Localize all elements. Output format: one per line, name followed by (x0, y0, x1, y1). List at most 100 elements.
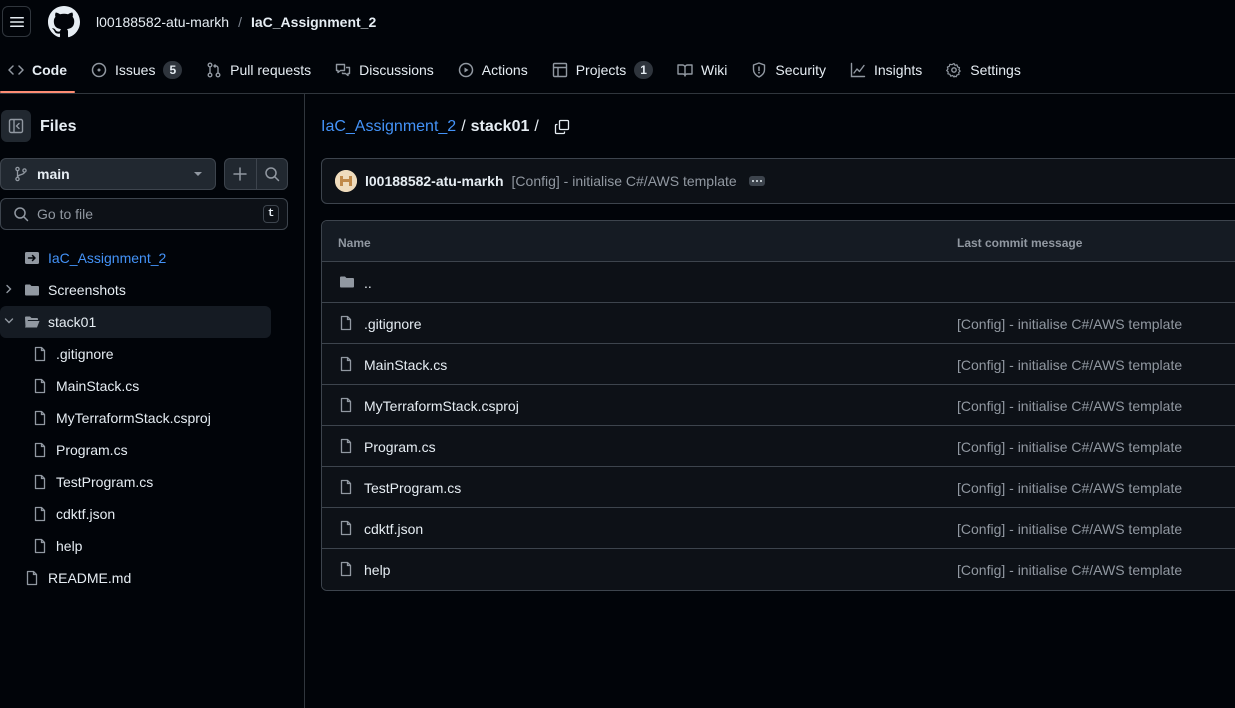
table-row[interactable]: MainStack.cs [Config] - initialise C#/AW… (322, 344, 1235, 385)
tab-issues-label: Issues (115, 62, 156, 78)
shield-icon (753, 62, 766, 78)
commit-message-link[interactable]: [Config] - initialise C#/AWS template (957, 398, 1182, 414)
tab-actions-label: Actions (481, 62, 528, 78)
tree-item-file[interactable]: help (0, 530, 271, 562)
github-logo-icon[interactable] (48, 6, 80, 38)
collapse-sidebar-button[interactable] (1, 110, 31, 142)
ellipsis-dot (751, 180, 754, 182)
file-icon (340, 561, 352, 577)
ellipsis-dot (759, 180, 762, 182)
commit-message-link[interactable]: [Config] - initialise C#/AWS template (957, 439, 1182, 455)
table-row[interactable]: MyTerraformStack.csproj [Config] - initi… (322, 385, 1235, 426)
commit-message-link[interactable]: [Config] - initialise C#/AWS template (957, 316, 1182, 332)
tree-item-file[interactable]: Program.cs (0, 434, 271, 466)
file-name-link[interactable]: MainStack.cs (364, 357, 447, 373)
path-separator: / (534, 118, 539, 135)
search-files-button[interactable] (255, 159, 288, 189)
chevron-down-icon[interactable] (3, 315, 15, 327)
expand-commit-button[interactable] (748, 176, 765, 186)
tree-item-folder[interactable]: Screenshots (0, 274, 271, 306)
tab-issues[interactable]: Issues 5 (83, 54, 190, 86)
file-icon (34, 474, 46, 490)
file-name-link[interactable]: .gitignore (364, 316, 422, 332)
owner-link[interactable]: l00188582-atu-markh (96, 14, 229, 30)
avatar[interactable] (335, 170, 357, 192)
table-row[interactable]: cdktf.json [Config] - initialise C#/AWS … (322, 508, 1235, 549)
tree-actions (224, 158, 288, 190)
file-icon (34, 346, 46, 362)
table-row[interactable]: Program.cs [Config] - initialise C#/AWS … (322, 426, 1235, 467)
tab-wiki-label: Wiki (700, 62, 728, 78)
tab-wiki[interactable]: Wiki (669, 54, 735, 86)
go-to-file-field[interactable]: t (0, 198, 288, 230)
tab-security[interactable]: Security (743, 54, 834, 86)
tree-item-label: MainStack.cs (56, 378, 140, 394)
file-icon (26, 570, 38, 586)
file-name-link[interactable]: MyTerraformStack.csproj (364, 398, 519, 414)
parent-directory-row[interactable]: .. (322, 262, 1235, 303)
hamburger-icon (9, 16, 24, 27)
tree-item-label: IaC_Assignment_2 (48, 250, 167, 266)
table-row[interactable]: help [Config] - initialise C#/AWS templa… (322, 549, 1235, 590)
repo-arrow-icon (25, 252, 39, 264)
commit-author-link[interactable]: l00188582-atu-markh (365, 173, 504, 189)
tab-insights[interactable]: Insights (842, 54, 930, 86)
code-icon (8, 65, 24, 75)
file-name-link[interactable]: TestProgram.cs (364, 480, 461, 496)
tree-item-label: cdktf.json (56, 506, 116, 522)
tree-item-file[interactable]: .gitignore (0, 338, 271, 370)
git-pull-request-icon (207, 62, 221, 78)
book-icon (677, 64, 693, 77)
tree-item-file[interactable]: README.md (0, 562, 271, 594)
tab-pull-requests[interactable]: Pull requests (198, 54, 319, 86)
folder-icon (340, 276, 354, 288)
branch-name: main (37, 166, 70, 182)
commit-message-link[interactable]: [Config] - initialise C#/AWS template (957, 357, 1182, 373)
app-header: l00188582-atu-markh / IaC_Assignment_2 (0, 0, 1235, 44)
file-name-link[interactable]: cdktf.json (364, 521, 423, 537)
file-icon (340, 479, 352, 495)
file-name-link[interactable]: Program.cs (364, 439, 436, 455)
file-name-link[interactable]: help (364, 562, 390, 578)
file-icon (34, 538, 46, 554)
tree-item-file[interactable]: TestProgram.cs (0, 466, 271, 498)
file-icon (340, 438, 352, 454)
tab-code[interactable]: Code (0, 54, 75, 93)
table-row[interactable]: TestProgram.cs [Config] - initialise C#/… (322, 467, 1235, 508)
file-icon (340, 397, 352, 413)
tree-item-folder[interactable]: stack01 (0, 306, 271, 338)
tree-item-root[interactable]: IaC_Assignment_2 (0, 242, 271, 274)
chevron-right-icon[interactable] (3, 283, 15, 295)
repo-link[interactable]: IaC_Assignment_2 (251, 14, 376, 30)
path-current-folder: stack01 (470, 118, 530, 135)
commit-message-link[interactable]: [Config] - initialise C#/AWS template (512, 173, 737, 189)
parent-directory-link[interactable]: .. (364, 275, 372, 291)
file-icon (34, 378, 46, 394)
tab-discussions[interactable]: Discussions (327, 54, 442, 86)
add-file-button[interactable] (225, 159, 256, 189)
branch-selector[interactable]: main (0, 158, 216, 190)
file-icon (34, 410, 46, 426)
identicon-icon (335, 170, 357, 192)
sidebar-collapse-icon (8, 118, 24, 134)
tree-item-file[interactable]: cdktf.json (0, 498, 271, 530)
search-icon (265, 167, 279, 182)
latest-commit-bar: l00188582-atu-markh [Config] - initialis… (321, 158, 1235, 204)
tab-settings[interactable]: Settings (938, 54, 1029, 86)
tree-item-file[interactable]: MainStack.cs (0, 370, 271, 402)
commit-message-link[interactable]: [Config] - initialise C#/AWS template (957, 562, 1182, 578)
tree-item-file[interactable]: MyTerraformStack.csproj (0, 402, 271, 434)
directory-view: IaC_Assignment_2 / stack01 / l00188582-a… (321, 94, 1235, 708)
menu-button[interactable] (2, 6, 31, 37)
tab-projects[interactable]: Projects 1 (544, 54, 661, 86)
file-icon (340, 356, 352, 372)
tab-actions[interactable]: Actions (450, 54, 536, 86)
tree-item-label: MyTerraformStack.csproj (56, 410, 211, 426)
file-tree-sidebar: Files main t IaC_Assignment_2 Screenshot… (0, 94, 305, 708)
commit-message-link[interactable]: [Config] - initialise C#/AWS template (957, 521, 1182, 537)
commit-message-link[interactable]: [Config] - initialise C#/AWS template (957, 480, 1182, 496)
table-row[interactable]: .gitignore [Config] - initialise C#/AWS … (322, 303, 1235, 344)
go-to-file-input[interactable] (37, 206, 255, 222)
path-repo-link[interactable]: IaC_Assignment_2 (321, 118, 456, 136)
copy-icon[interactable] (554, 119, 570, 135)
